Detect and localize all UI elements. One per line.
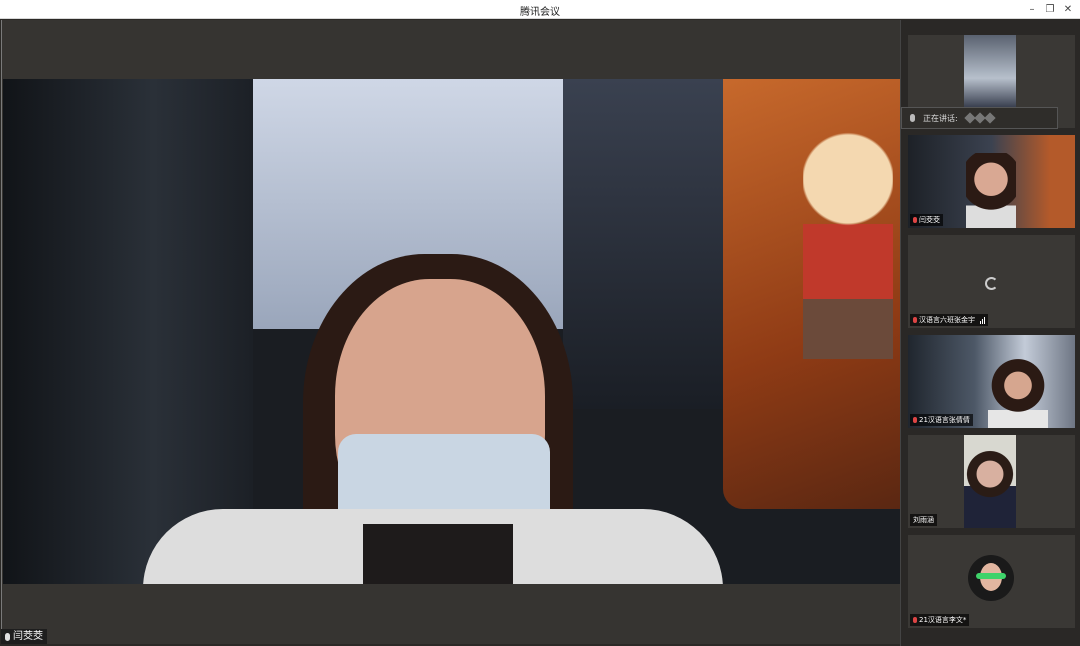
participant-name-tag: 闫茭茭 bbox=[910, 214, 943, 226]
participant-tile[interactable]: 汉语言六班张金宇 bbox=[908, 235, 1075, 328]
participant-video bbox=[964, 435, 1016, 528]
main-video-area[interactable] bbox=[1, 20, 901, 644]
main-video[interactable] bbox=[3, 79, 901, 584]
participant-name-tag: 刘雨涵 bbox=[910, 514, 937, 526]
participant-name-tag: 汉语言六班张金宇 bbox=[910, 314, 988, 326]
title-bar: 腾讯会议 – ❐ ✕ bbox=[0, 0, 1080, 19]
mic-icon bbox=[910, 114, 915, 122]
participant-tile[interactable]: 刘雨涵 bbox=[908, 435, 1075, 528]
mic-muted-icon bbox=[913, 617, 917, 623]
participant-face bbox=[966, 153, 1016, 228]
participant-tile[interactable]: 闫茭茭 bbox=[908, 135, 1075, 228]
participant-sidebar[interactable]: 正在讲话: 闫茭茭 汉语言六班张金宇 21汉语言张倩倩 刘雨涵 21汉语言李文* bbox=[900, 20, 1080, 646]
participant-name: 刘雨涵 bbox=[913, 516, 934, 524]
speaking-indicator: 正在讲话: bbox=[901, 107, 1058, 129]
participant-name: 21汉语言李文* bbox=[919, 616, 967, 624]
participant-tile[interactable]: 21汉语言张倩倩 bbox=[908, 335, 1075, 428]
main-speaker-tag: 闫茭茭 bbox=[1, 629, 47, 644]
loading-spinner-icon bbox=[985, 277, 998, 290]
participant-video bbox=[143, 179, 723, 584]
mic-icon bbox=[5, 632, 10, 641]
mic-muted-icon bbox=[913, 417, 917, 423]
mic-muted-icon bbox=[913, 217, 917, 223]
close-button[interactable]: ✕ bbox=[1061, 2, 1075, 16]
participant-face bbox=[988, 357, 1048, 428]
speaking-names-blurred bbox=[964, 112, 996, 124]
main-speaker-name: 闫茭茭 bbox=[13, 631, 43, 642]
mic-muted-icon bbox=[913, 317, 917, 323]
participant-video bbox=[964, 35, 1016, 107]
participant-tile[interactable]: 21汉语言李文* bbox=[908, 535, 1075, 628]
speaking-label: 正在讲话: bbox=[923, 113, 958, 123]
participant-name: 21汉语言张倩倩 bbox=[919, 416, 970, 424]
poster-figure bbox=[803, 119, 893, 419]
shirt-inner bbox=[363, 524, 513, 584]
participant-name: 汉语言六班张金宇 bbox=[919, 316, 975, 324]
participant-name-tag: 21汉语言李文* bbox=[910, 614, 970, 626]
avatar bbox=[968, 555, 1014, 601]
restore-button[interactable]: ❐ bbox=[1043, 2, 1057, 16]
signal-icon bbox=[980, 316, 985, 324]
minimize-button[interactable]: – bbox=[1025, 2, 1039, 16]
window-title: 腾讯会议 bbox=[520, 7, 560, 18]
participant-name: 闫茭茭 bbox=[919, 216, 940, 224]
participant-name-tag: 21汉语言张倩倩 bbox=[910, 414, 973, 426]
